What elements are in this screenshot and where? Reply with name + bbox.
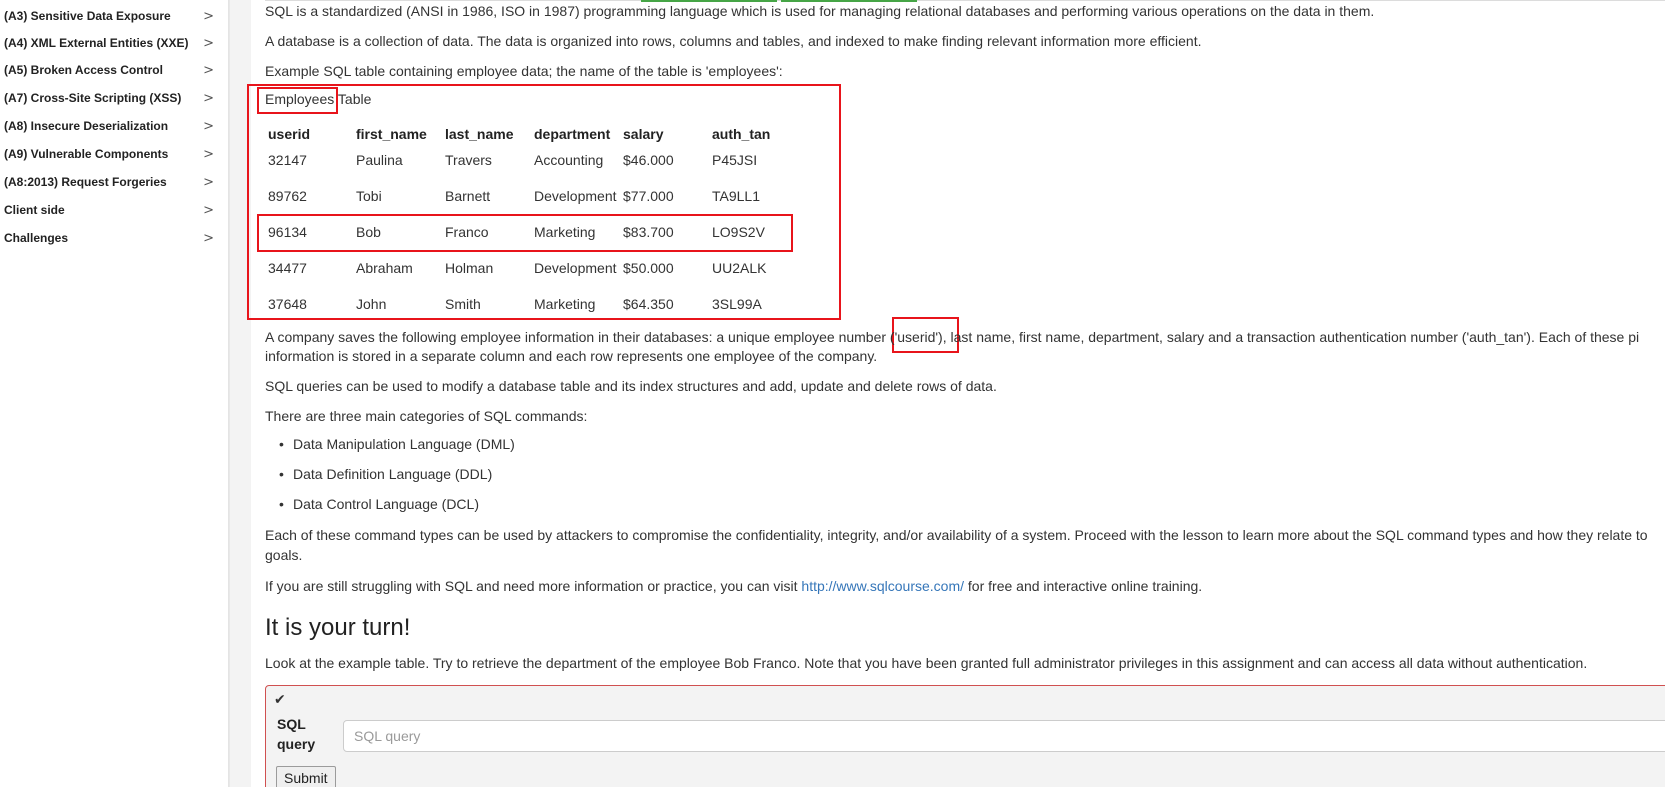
table-cell: Tobi	[356, 188, 382, 204]
sidebar-item-label: (A9) Vulnerable Components	[4, 147, 169, 161]
table-cell: TA9LL1	[712, 188, 760, 204]
list-item: Data Control Language (DCL)	[279, 496, 479, 512]
list-item: Data Definition Language (DDL)	[279, 466, 492, 482]
sidebar-item-a8-insecure-deserialization[interactable]: (A8) Insecure Deserialization >	[0, 114, 220, 138]
table-cell: Accounting	[534, 152, 604, 168]
company-paragraph: A company saves the following employee i…	[265, 327, 1639, 347]
sidebar-item-label: (A3) Sensitive Data Exposure	[4, 9, 171, 23]
column-header: salary	[623, 126, 664, 142]
label-line: SQL	[277, 716, 306, 732]
chevron-right-icon: >	[203, 230, 214, 246]
lesson-sidebar: (A3) Sensitive Data Exposure > (A4) XML …	[0, 0, 229, 787]
table-cell: Development	[534, 188, 617, 204]
sidebar-item-label: Client side	[4, 203, 65, 217]
table-cell: Franco	[445, 224, 489, 240]
sidebar-item-a7-xss[interactable]: (A7) Cross-Site Scripting (XSS) >	[0, 86, 220, 110]
table-cell: John	[356, 296, 387, 312]
table-cell: 37648	[268, 296, 307, 312]
database-paragraph: A database is a collection of data. The …	[265, 33, 1202, 49]
struggle-text-start: If you are still struggling with SQL and…	[265, 578, 802, 594]
table-cell: Travers	[445, 152, 492, 168]
table-cell: 96134	[268, 224, 307, 240]
userid-term: ('userid')	[889, 329, 943, 345]
company-text-end: , last name, first name, department, sal…	[942, 329, 1640, 345]
chevron-right-icon: >	[203, 90, 214, 106]
chevron-right-icon: >	[203, 8, 214, 24]
categories-intro: There are three main categories of SQL c…	[265, 408, 588, 424]
sidebar-item-a9-vulnerable-components[interactable]: (A9) Vulnerable Components >	[0, 142, 220, 166]
table-cell: 89762	[268, 188, 307, 204]
table-cell: Bob	[356, 224, 381, 240]
submit-button[interactable]: Submit	[276, 766, 336, 787]
table-cell: Smith	[445, 296, 481, 312]
table-cell: $77.000	[623, 188, 674, 204]
chevron-right-icon: >	[203, 174, 214, 190]
chevron-right-icon: >	[203, 146, 214, 162]
sidebar-item-label: (A4) XML External Entities (XXE)	[4, 36, 189, 50]
assignment-form: ✔ SQL query Submit	[265, 685, 1665, 787]
table-cell: 3SL99A	[712, 296, 762, 312]
table-cell: Holman	[445, 260, 494, 276]
table-cell: Development	[534, 260, 617, 276]
example-paragraph: Example SQL table containing employee da…	[265, 63, 783, 79]
table-cell: P45JSI	[712, 152, 758, 168]
assignment-instructions: Look at the example table. Try to retrie…	[265, 655, 1588, 671]
sql-query-label: SQL query	[277, 714, 315, 754]
attack-paragraph-line2: goals.	[265, 547, 303, 563]
chevron-right-icon: >	[203, 35, 214, 51]
struggle-paragraph: If you are still struggling with SQL and…	[265, 576, 1202, 596]
table-cell: Marketing	[534, 296, 596, 312]
table-cell: 32147	[268, 152, 307, 168]
sidebar-item-label: (A8:2013) Request Forgeries	[4, 175, 167, 189]
list-item: Data Manipulation Language (DML)	[279, 436, 515, 452]
table-cell: $64.350	[623, 296, 674, 312]
column-header: last_name	[445, 126, 514, 142]
table-cell: $83.700	[623, 224, 674, 240]
intro-paragraph: SQL is a standardized (ANSI in 1986, ISO…	[265, 3, 1375, 19]
sidebar-item-a4-xxe[interactable]: (A4) XML External Entities (XXE) >	[0, 31, 220, 55]
table-cell: 34477	[268, 260, 307, 276]
table-cell: LO9S2V	[712, 224, 765, 240]
sidebar-item-label: (A8) Insecure Deserialization	[4, 119, 169, 133]
chevron-right-icon: >	[203, 118, 214, 134]
column-header: department	[534, 126, 611, 142]
label-line: query	[277, 736, 316, 752]
sidebar-item-label: (A7) Cross-Site Scripting (XSS)	[4, 91, 182, 105]
queries-paragraph: SQL queries can be used to modify a data…	[265, 378, 997, 394]
sql-query-input[interactable]	[343, 720, 1665, 752]
table-cell: Abraham	[356, 260, 413, 276]
checkmark-icon: ✔	[274, 692, 286, 708]
chevron-right-icon: >	[203, 202, 214, 218]
sidebar-item-client-side[interactable]: Client side >	[0, 198, 220, 222]
column-header: first_name	[356, 126, 427, 142]
table-cell: $50.000	[623, 260, 674, 276]
sidebar-item-request-forgeries[interactable]: (A8:2013) Request Forgeries >	[0, 170, 220, 194]
sidebar-item-a3-sensitive-data-exposure[interactable]: (A3) Sensitive Data Exposure >	[0, 4, 220, 28]
table-cell: $46.000	[623, 152, 674, 168]
table-cell: Marketing	[534, 224, 596, 240]
attack-paragraph: Each of these command types can be used …	[265, 527, 1648, 543]
chevron-right-icon: >	[203, 62, 214, 78]
sidebar-item-a5-broken-access-control[interactable]: (A5) Broken Access Control >	[0, 58, 220, 82]
column-header: auth_tan	[712, 126, 771, 142]
company-text-start: A company saves the following employee i…	[265, 329, 890, 345]
section-heading: It is your turn!	[265, 614, 411, 641]
sqlcourse-link[interactable]: http://www.sqlcourse.com/	[801, 578, 964, 594]
sidebar-item-label: (A5) Broken Access Control	[4, 63, 163, 77]
lesson-content: SQL is a standardized (ANSI in 1986, ISO…	[247, 0, 1665, 787]
company-paragraph-line2: information is stored in a separate colu…	[265, 348, 878, 364]
sidebar-item-challenges[interactable]: Challenges >	[0, 226, 220, 250]
table-cell: UU2ALK	[712, 260, 767, 276]
table-name-highlight-box	[257, 87, 338, 114]
sidebar-item-label: Challenges	[4, 231, 69, 245]
table-cell: Barnett	[445, 188, 491, 204]
table-cell: Paulina	[356, 152, 403, 168]
struggle-text-end: for free and interactive online training…	[964, 578, 1203, 594]
column-header: userid	[268, 126, 311, 142]
